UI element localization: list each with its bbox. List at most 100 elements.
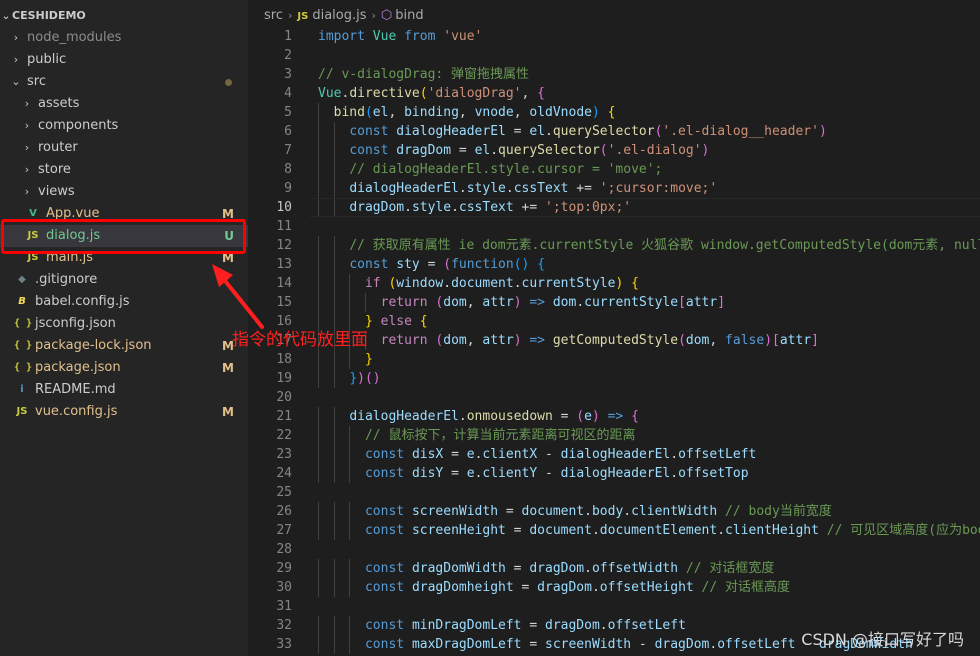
- indent-guide: [333, 122, 335, 141]
- json-file-icon: { }: [14, 340, 33, 351]
- code-line[interactable]: 5 bind(el, binding, vnode, oldVnode) {: [248, 103, 980, 122]
- project-name: CESHIDEMO: [12, 9, 86, 22]
- indent-guide: [333, 464, 335, 483]
- code-line[interactable]: 27 const screenHeight = document.document…: [248, 521, 980, 540]
- chevron-down-icon: ⌄: [11, 75, 21, 88]
- git-file-icon: ◆: [18, 274, 26, 285]
- tree-item-label: assets: [38, 96, 80, 111]
- code-line[interactable]: 3 // v-dialogDrag: 弹窗拖拽属性: [248, 65, 980, 84]
- file-babel-config-js[interactable]: Bbabel.config.js: [0, 291, 248, 313]
- code-text: }: [364, 352, 373, 367]
- folder-public[interactable]: › public: [0, 49, 248, 71]
- code-line[interactable]: 10 dragDom.style.cssText += ';top:0px;': [248, 198, 980, 217]
- indent-guide: [333, 635, 335, 654]
- code-line[interactable]: 24 const disY = e.clientY - dialogHeaderE…: [248, 464, 980, 483]
- file-package-json[interactable]: { } package.json M: [0, 357, 248, 379]
- indent-guide: [333, 236, 335, 255]
- folder-components[interactable]: › components: [0, 115, 248, 137]
- indent-guide: [318, 502, 319, 521]
- code-line[interactable]: 28: [248, 540, 980, 559]
- line-number: 9: [284, 181, 292, 196]
- code-text: const disY = e.clientY - dialogHeaderEl.…: [364, 466, 749, 481]
- indent-guide: [318, 293, 319, 312]
- code-line[interactable]: 30 const dragDomheight = dragDom.offsetHe…: [248, 578, 980, 597]
- code-line[interactable]: 11: [248, 217, 980, 236]
- code-line[interactable]: 23 const disX = e.clientX - dialogHeaderE…: [248, 445, 980, 464]
- chevron-right-icon: ›: [24, 141, 30, 154]
- indent-guide: [333, 502, 335, 521]
- indent-guide: [318, 616, 319, 635]
- file-package-lock-json[interactable]: { } package-lock.json M: [0, 335, 248, 357]
- code-line[interactable]: 15 return (dom, attr) => dom.currentStyle…: [248, 293, 980, 312]
- breadcrumb-symbol[interactable]: bind: [395, 8, 423, 23]
- code-line[interactable]: 18}: [248, 350, 980, 369]
- code-line[interactable]: 26 const screenWidth = document.body.clie…: [248, 502, 980, 521]
- json-file-icon: { }: [14, 362, 33, 373]
- tree-item-label: store: [38, 162, 71, 177]
- code-text: dialogHeaderEl.onmousedown = (e) => {: [349, 409, 639, 424]
- code-line[interactable]: 12 // 获取原有属性 ie dom元素.currentStyle 火狐谷歌 w…: [248, 236, 980, 255]
- indent-guide: [318, 464, 319, 483]
- indent-guide: [333, 616, 335, 635]
- folder-store[interactable]: › store: [0, 159, 248, 181]
- tree-item-label: .gitignore: [35, 272, 98, 287]
- indent-guide: [318, 255, 319, 274]
- file-vue-config-js[interactable]: JS vue.config.js M: [0, 401, 248, 423]
- code-line[interactable]: 25: [248, 483, 980, 502]
- code-line[interactable]: 13 const sty = (function() {: [248, 255, 980, 274]
- line-number: 25: [276, 485, 292, 500]
- code-line[interactable]: 19})(): [248, 369, 980, 388]
- code-line[interactable]: 8 // dialogHeaderEl.style.cursor = 'move'…: [248, 160, 980, 179]
- tree-item-label: babel.config.js: [35, 294, 130, 309]
- code-line[interactable]: 29 const dragDomWidth = dragDom.offsetWid…: [248, 559, 980, 578]
- method-symbol-icon: ⬡: [380, 8, 393, 23]
- code-line[interactable]: 20: [248, 388, 980, 407]
- line-number: 21: [276, 409, 292, 424]
- code-line[interactable]: 31: [248, 597, 980, 616]
- project-title[interactable]: ⌄ CESHIDEMO: [0, 6, 86, 26]
- code-text: const screenWidth = document.body.client…: [364, 504, 832, 519]
- code-line[interactable]: 1 import Vue from 'vue': [248, 27, 980, 46]
- code-line[interactable]: 4 Vue.directive('dialogDrag', {: [248, 84, 980, 103]
- code-line[interactable]: 2: [248, 46, 980, 65]
- explorer-sidebar: ⌄ CESHIDEMO › node_modules › public ⌄ src › asse…: [0, 0, 248, 656]
- code-text: const disX = e.clientX - dialogHeaderEl.…: [364, 447, 757, 462]
- annotation-text: 指令的代码放里面: [232, 330, 368, 350]
- tree-item-label: package.json: [35, 360, 121, 375]
- code-line[interactable]: 7 const dragDom = el.querySelector('.el-d…: [248, 141, 980, 160]
- tree-item-label: components: [38, 118, 119, 133]
- line-number: 19: [276, 371, 292, 386]
- indent-guide: [318, 160, 319, 179]
- folder-router[interactable]: › router: [0, 137, 248, 159]
- line-number: 11: [276, 219, 292, 234]
- folder-assets[interactable]: › assets: [0, 93, 248, 115]
- tree-item-label: jsconfig.json: [35, 316, 116, 331]
- indent-guide: [333, 179, 335, 198]
- code-line[interactable]: 6 const dialogHeaderEl = el.querySelector…: [248, 122, 980, 141]
- line-number: 29: [276, 561, 292, 576]
- indent-guide: [333, 578, 335, 597]
- folder-views[interactable]: › views: [0, 181, 248, 203]
- code-line[interactable]: 22 // 鼠标按下，计算当前元素距离可视区的距离: [248, 426, 980, 445]
- git-status-badge: M: [222, 361, 234, 375]
- code-line[interactable]: 14 if (window.document.currentStyle) {: [248, 274, 980, 293]
- file-jsconfig-json[interactable]: { } jsconfig.json: [0, 313, 248, 335]
- folder-src[interactable]: ⌄ src: [0, 71, 248, 93]
- breadcrumb-folder[interactable]: src: [264, 8, 283, 23]
- code-text: } else {: [364, 314, 428, 329]
- indent-guide: [333, 160, 335, 179]
- code-line[interactable]: 21 dialogHeaderEl.onmousedown = (e) => {: [248, 407, 980, 426]
- line-number: 24: [276, 466, 292, 481]
- code-line[interactable]: 9 dialogHeaderEl.style.cssText += ';curso…: [248, 179, 980, 198]
- line-number: 12: [276, 238, 292, 253]
- file-gitignore[interactable]: ◆ .gitignore: [0, 269, 248, 291]
- code-text: const minDragDomLeft = dragDom.offsetLef…: [364, 618, 686, 633]
- file-readme-md[interactable]: i README.md: [0, 379, 248, 401]
- folder-node-modules[interactable]: › node_modules: [0, 27, 248, 49]
- indent-guide: [349, 578, 351, 597]
- indent-guide: [333, 350, 335, 369]
- indent-guide: [318, 407, 319, 426]
- indent-guide: [349, 274, 351, 293]
- code-text: // 鼠标按下，计算当前元素距离可视区的距离: [364, 428, 636, 443]
- breadcrumb-file[interactable]: dialog.js: [312, 8, 366, 23]
